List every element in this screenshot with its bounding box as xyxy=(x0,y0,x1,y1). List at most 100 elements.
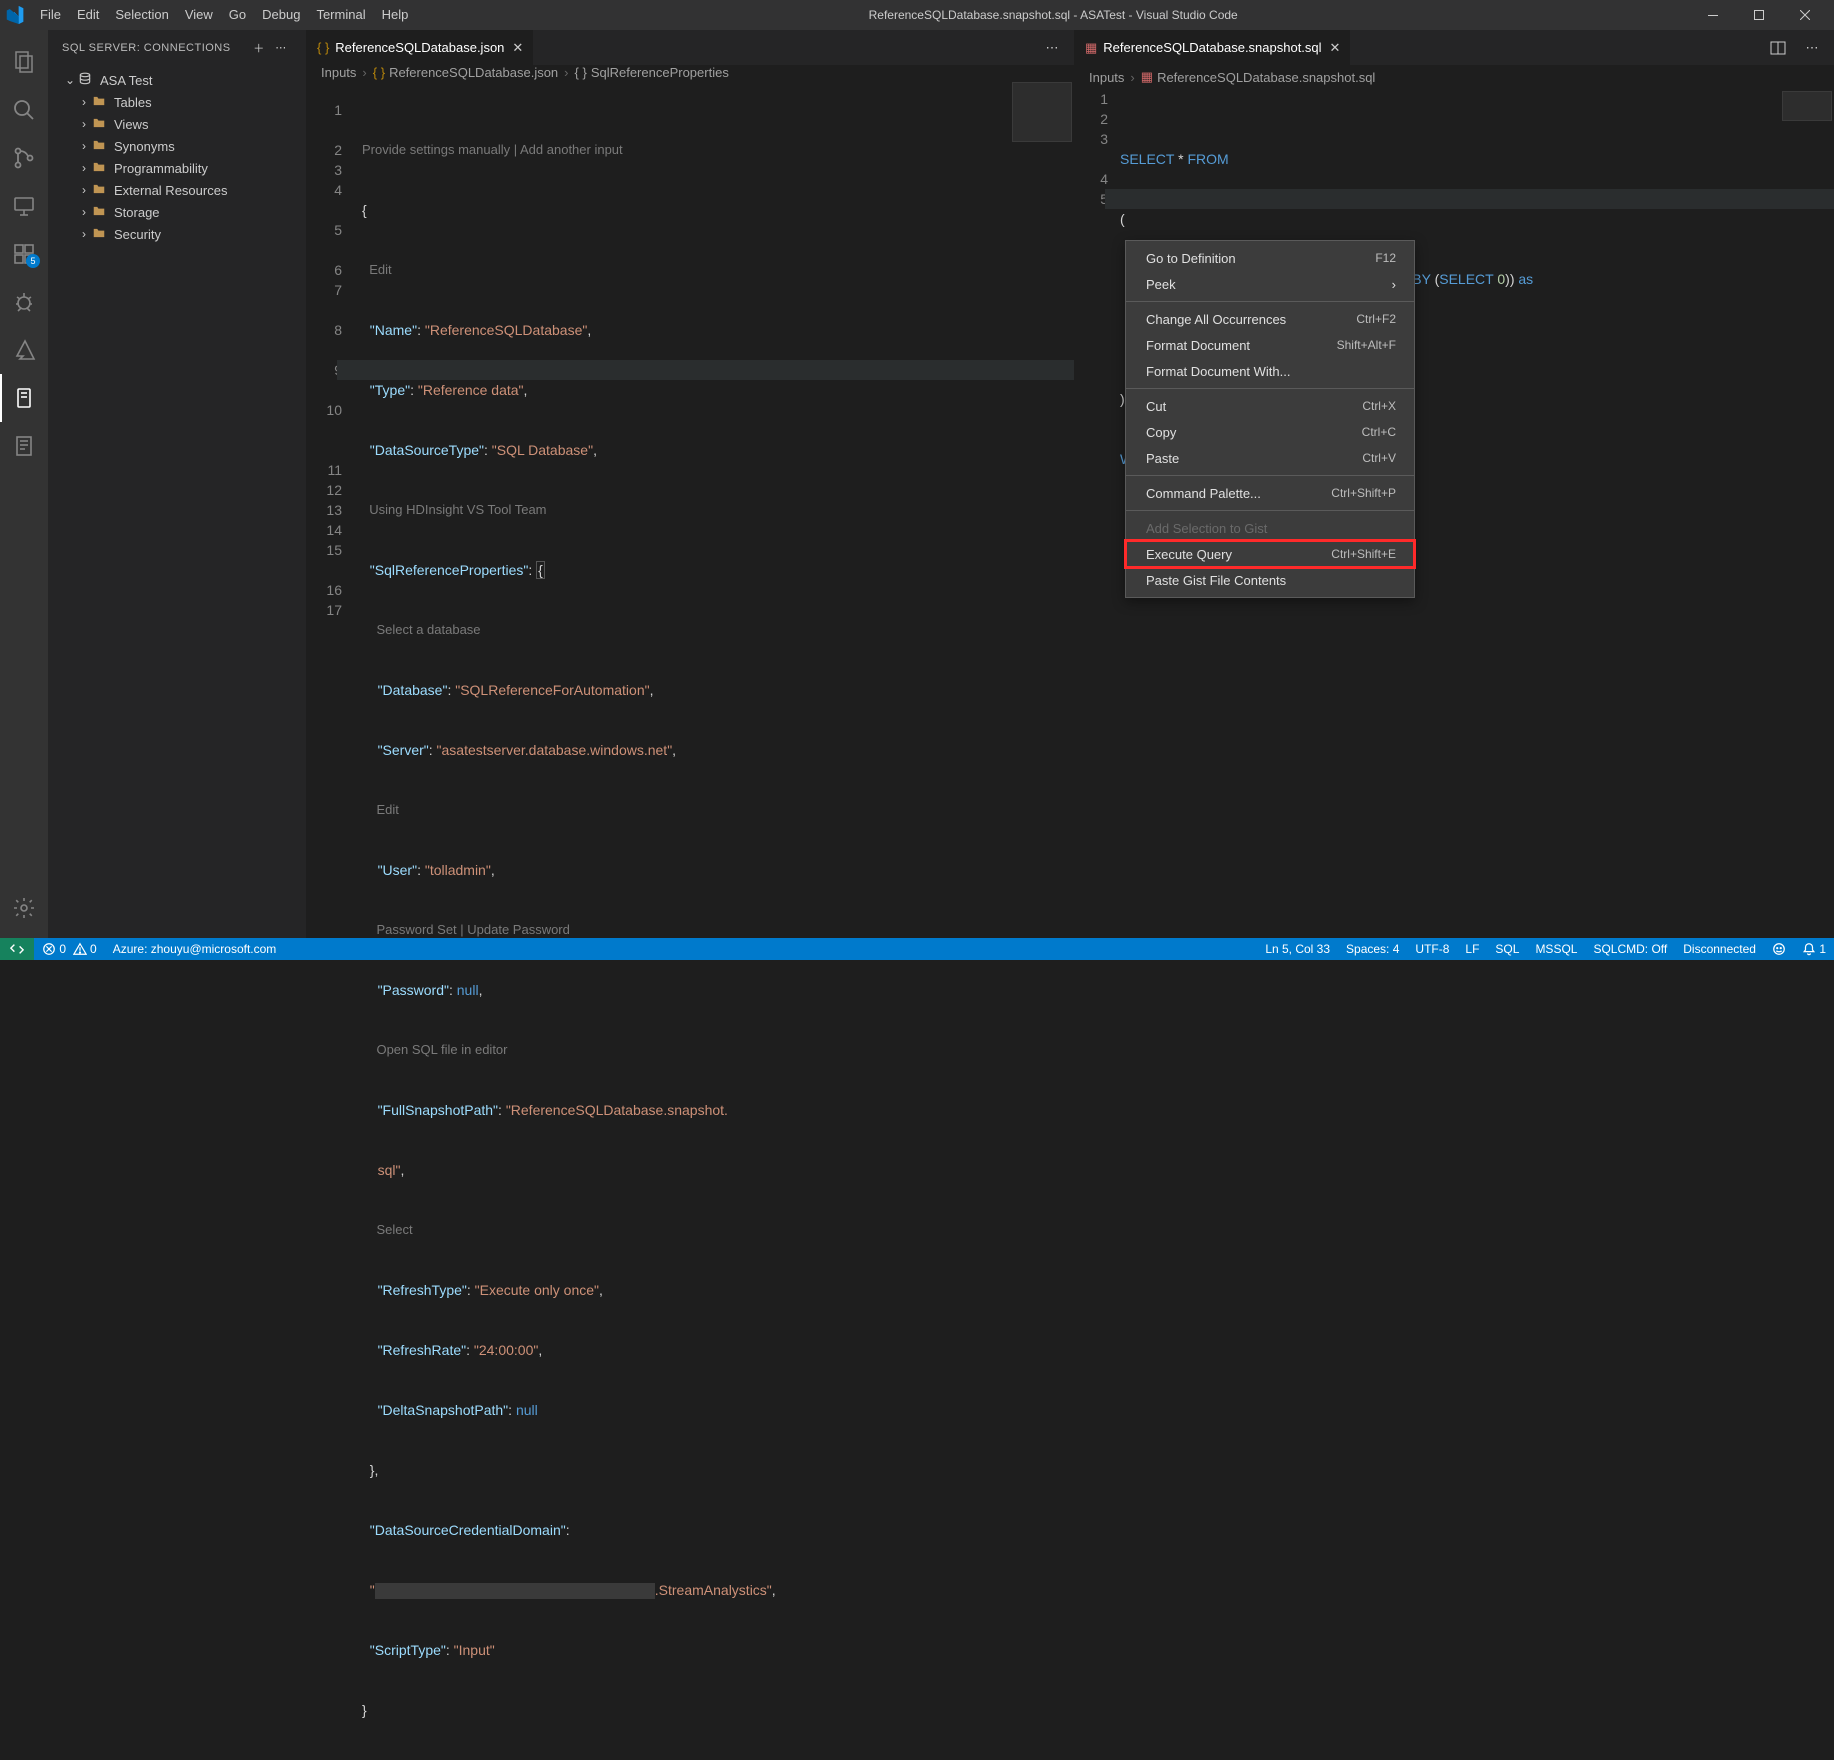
cursor-position[interactable]: Ln 5, Col 33 xyxy=(1257,942,1338,956)
sql-file-icon: ▦ xyxy=(1141,69,1153,85)
tree-item-external-resources[interactable]: ›External Resources xyxy=(48,179,306,201)
chevron-right-icon: › xyxy=(76,117,92,131)
context-menu-item[interactable]: Command Palette...Ctrl+Shift+P xyxy=(1126,480,1414,506)
tree-item-views[interactable]: ›Views xyxy=(48,113,306,135)
settings-gear-icon[interactable] xyxy=(0,884,48,932)
breadcrumb-item[interactable]: Inputs xyxy=(1089,70,1124,85)
tree-item-programmability[interactable]: ›Programmability xyxy=(48,157,306,179)
sqlcmd-mode[interactable]: SQLCMD: Off xyxy=(1585,942,1675,956)
sql-server-icon[interactable] xyxy=(0,374,48,422)
debug-icon[interactable] xyxy=(0,278,48,326)
language-mode[interactable]: SQL xyxy=(1487,942,1527,956)
context-menu-item[interactable]: Format DocumentShift+Alt+F xyxy=(1126,332,1414,358)
connection-status[interactable]: Disconnected xyxy=(1675,942,1764,956)
context-menu-item[interactable]: Execute QueryCtrl+Shift+E xyxy=(1126,541,1414,567)
context-menu-item[interactable]: PasteCtrl+V xyxy=(1126,445,1414,471)
minimap-left[interactable] xyxy=(1012,82,1072,142)
menu-debug[interactable]: Debug xyxy=(254,0,308,30)
folder-icon xyxy=(92,138,108,154)
tree-label: Security xyxy=(114,227,161,242)
context-menu-item: Add Selection to Gist xyxy=(1126,515,1414,541)
breadcrumb-left[interactable]: Inputs› { }ReferenceSQLDatabase.json› { … xyxy=(307,65,1074,80)
menu-edit[interactable]: Edit xyxy=(69,0,107,30)
feedback-icon[interactable] xyxy=(1764,942,1794,956)
tree-root[interactable]: ⌄ ASA Test xyxy=(48,69,306,91)
context-menu-item[interactable]: Go to DefinitionF12 xyxy=(1126,245,1414,271)
editor-more-icon[interactable]: ⋯ xyxy=(1038,40,1066,56)
code-content-left[interactable]: Provide settings manually | Add another … xyxy=(362,80,1074,1760)
context-menu-item[interactable]: CutCtrl+X xyxy=(1126,393,1414,419)
add-connection-icon[interactable]: ＋ xyxy=(248,40,270,56)
bookmarks-icon[interactable] xyxy=(0,422,48,470)
remote-explorer-icon[interactable] xyxy=(0,182,48,230)
breadcrumb-item[interactable]: Inputs xyxy=(321,65,356,80)
context-menu-item[interactable]: Peek› xyxy=(1126,271,1414,297)
minimize-button[interactable] xyxy=(1690,0,1736,30)
tab-json[interactable]: { } ReferenceSQLDatabase.json ✕ xyxy=(307,30,534,65)
close-button[interactable] xyxy=(1782,0,1828,30)
sidebar-more-icon[interactable]: ⋯ xyxy=(270,41,292,54)
extensions-badge: 5 xyxy=(26,254,40,268)
folder-icon xyxy=(92,160,108,176)
eol[interactable]: LF xyxy=(1457,942,1487,956)
db-provider[interactable]: MSSQL xyxy=(1527,942,1585,956)
editor-group: { } ReferenceSQLDatabase.json ✕ ⋯ Inputs… xyxy=(306,30,1834,938)
context-menu-item[interactable]: CopyCtrl+C xyxy=(1126,419,1414,445)
folder-icon xyxy=(92,226,108,242)
extensions-icon[interactable]: 5 xyxy=(0,230,48,278)
editor-more-icon[interactable]: ⋯ xyxy=(1798,40,1826,56)
tree-root-label: ASA Test xyxy=(100,73,153,88)
breadcrumb-item[interactable]: ReferenceSQLDatabase.snapshot.sql xyxy=(1157,70,1375,85)
menu-selection[interactable]: Selection xyxy=(107,0,176,30)
sidebar-header: SQL SERVER: CONNECTIONS ＋ ⋯ xyxy=(48,30,306,65)
tree-item-tables[interactable]: ›Tables xyxy=(48,91,306,113)
menu-go[interactable]: Go xyxy=(221,0,254,30)
tree-item-storage[interactable]: › Storage xyxy=(48,201,306,223)
chevron-right-icon: › xyxy=(76,139,92,153)
split-editor-icon[interactable] xyxy=(1770,40,1798,56)
chevron-right-icon: › xyxy=(76,227,92,241)
context-menu-item[interactable]: Change All OccurrencesCtrl+F2 xyxy=(1126,306,1414,332)
problems-indicator[interactable]: 0 0 xyxy=(34,942,105,956)
tree-label: Storage xyxy=(114,205,160,220)
chevron-right-icon: › xyxy=(76,161,92,175)
context-menu: Go to DefinitionF12Peek› Change All Occur… xyxy=(1125,240,1415,598)
menu-file[interactable]: File xyxy=(32,0,69,30)
close-icon[interactable]: ✕ xyxy=(512,40,523,56)
sidebar-title: SQL SERVER: CONNECTIONS xyxy=(62,42,231,54)
json-file-icon: { } xyxy=(373,65,385,80)
azure-account[interactable]: Azure: zhouyu@microsoft.com xyxy=(105,942,285,956)
close-icon[interactable]: ✕ xyxy=(1330,40,1341,56)
chevron-right-icon: › xyxy=(76,205,92,219)
context-menu-item[interactable]: Paste Gist File Contents xyxy=(1126,567,1414,593)
indentation[interactable]: Spaces: 4 xyxy=(1338,942,1407,956)
breadcrumb-right[interactable]: Inputs› ▦ReferenceSQLDatabase.snapshot.s… xyxy=(1075,65,1834,89)
sql-file-icon: ▦ xyxy=(1085,40,1097,56)
chevron-right-icon: › xyxy=(76,95,92,109)
context-menu-item[interactable]: Format Document With... xyxy=(1126,358,1414,384)
minimap-right[interactable] xyxy=(1782,91,1832,121)
chevron-down-icon: ⌄ xyxy=(62,73,78,87)
breadcrumb-item[interactable]: ReferenceSQLDatabase.json xyxy=(389,65,558,80)
menu-terminal[interactable]: Terminal xyxy=(308,0,373,30)
breadcrumb-item[interactable]: SqlReferenceProperties xyxy=(591,65,729,80)
tree-item-security[interactable]: › Security xyxy=(48,223,306,245)
tab-label: ReferenceSQLDatabase.snapshot.sql xyxy=(1103,40,1321,55)
tree-item-synonyms[interactable]: ›Synonyms xyxy=(48,135,306,157)
redacted-value xyxy=(375,1583,655,1599)
maximize-button[interactable] xyxy=(1736,0,1782,30)
source-control-icon[interactable] xyxy=(0,134,48,182)
search-icon[interactable] xyxy=(0,86,48,134)
encoding[interactable]: UTF-8 xyxy=(1407,942,1457,956)
explorer-icon[interactable] xyxy=(0,38,48,86)
folder-icon xyxy=(92,94,108,110)
remote-indicator[interactable] xyxy=(0,938,34,960)
server-icon xyxy=(78,72,94,88)
notifications-icon[interactable]: 1 xyxy=(1794,942,1834,956)
code-area-left[interactable]: 1 2 3 4 5 6 7 8 9 10 xyxy=(307,80,1074,1760)
azure-icon[interactable] xyxy=(0,326,48,374)
menu-view[interactable]: View xyxy=(177,0,221,30)
menu-help[interactable]: Help xyxy=(374,0,417,30)
menu-bar: File Edit Selection View Go Debug Termin… xyxy=(32,0,416,30)
tab-sql[interactable]: ▦ ReferenceSQLDatabase.snapshot.sql ✕ xyxy=(1075,30,1351,65)
